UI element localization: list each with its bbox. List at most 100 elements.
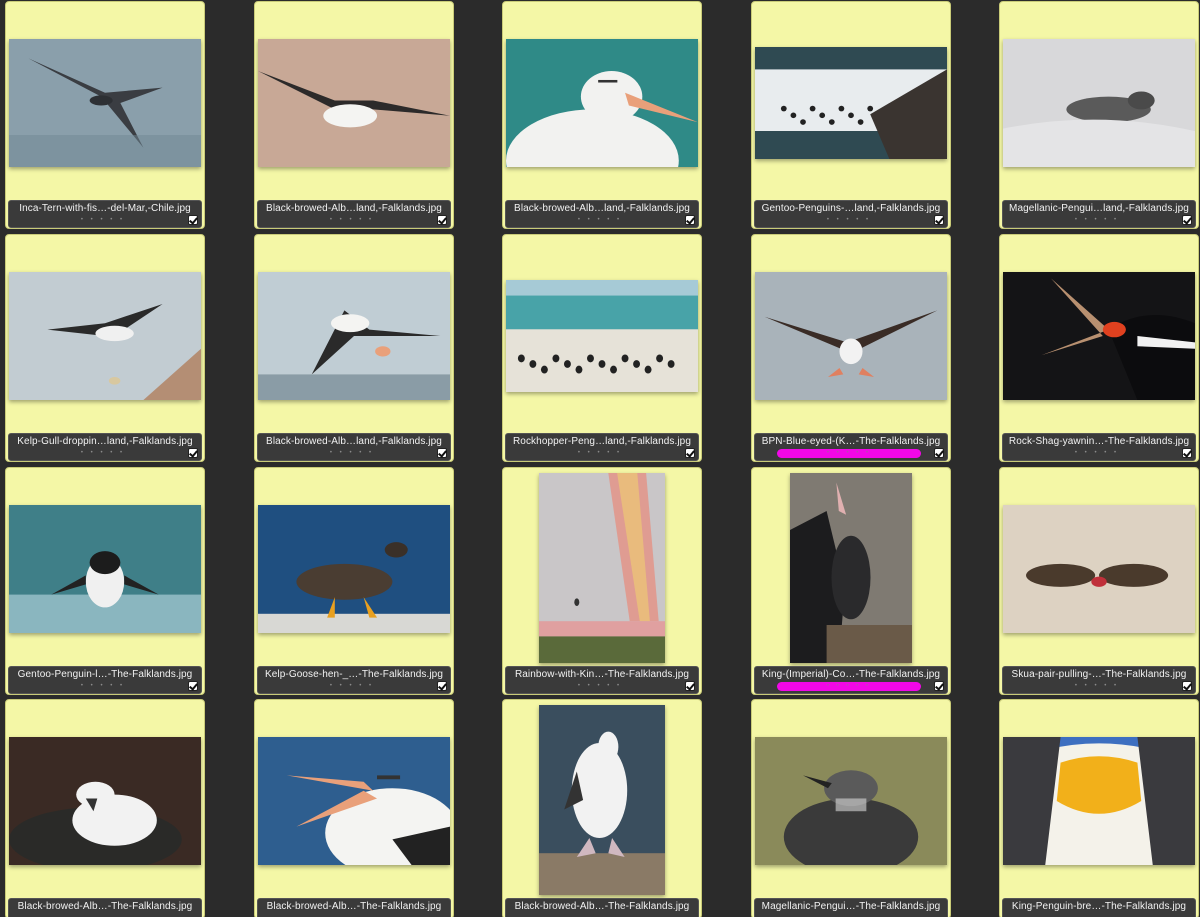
thumbnail-info-bar: Black-browed-Alb…-The-Falklands.jpg <box>8 898 202 917</box>
thumbnail-image[interactable] <box>9 505 201 633</box>
star-rating[interactable]: • • • • • <box>1025 682 1169 691</box>
thumbnail-cell[interactable]: Inca-Tern-with-fis…-del-Mar,-Chile.jpg • … <box>5 1 205 229</box>
thumbnail-image[interactable] <box>1003 737 1195 865</box>
thumbnail-info-bar: Gentoo-Penguins-…land,-Falklands.jpg • • … <box>754 200 948 228</box>
file-name: Gentoo-Penguins-…land,-Falklands.jpg <box>761 203 941 214</box>
thumbnail-cell[interactable]: Black-browed-Alb…-The-Falklands.jpg <box>502 699 702 917</box>
thumbnail-cell[interactable]: Gentoo-Penguins-…land,-Falklands.jpg • • … <box>751 1 951 229</box>
checkbox-checked-icon[interactable] <box>934 215 944 225</box>
thumbnail-image[interactable] <box>258 505 450 633</box>
file-name: Black-browed-Alb…land,-Falklands.jpg <box>266 203 442 214</box>
thumbnail-image[interactable] <box>790 473 912 663</box>
file-name: Gentoo-Penguin-l…-The-Falklands.jpg <box>17 669 193 680</box>
file-name: BPN-Blue-eyed-(K…-The-Falklands.jpg <box>761 436 941 447</box>
thumbnail-image[interactable] <box>755 47 947 159</box>
thumbnail-image[interactable] <box>258 39 450 167</box>
thumbnail-cell[interactable]: King-(Imperial)-Co…-The-Falklands.jpg • •… <box>751 467 951 695</box>
star-rating[interactable]: • • • • • <box>528 682 672 691</box>
checkbox-checked-icon[interactable] <box>437 681 447 691</box>
file-name: Rock-Shag-yawnin…-The-Falklands.jpg <box>1008 436 1190 447</box>
thumbnail-cell[interactable]: Rainbow-with-Kin…-The-Falklands.jpg • • •… <box>502 467 702 695</box>
file-name: Magellanic-Pengui…land,-Falklands.jpg <box>1009 203 1189 214</box>
thumbnail-cell[interactable]: Kelp-Gull-droppin…land,-Falklands.jpg • •… <box>5 234 205 462</box>
checkbox-checked-icon[interactable] <box>1182 215 1192 225</box>
checkbox-checked-icon[interactable] <box>685 448 695 458</box>
thumbnail-image[interactable] <box>9 39 201 167</box>
file-name: Kelp-Gull-droppin…land,-Falklands.jpg <box>17 436 193 447</box>
thumbnail-image[interactable] <box>9 272 201 400</box>
file-name: Black-browed-Alb…land,-Falklands.jpg <box>514 203 690 214</box>
file-name: Black-browed-Alb…-The-Falklands.jpg <box>17 901 193 912</box>
star-rating[interactable]: • • • • • <box>1025 449 1169 458</box>
thumbnail-info-bar: Inca-Tern-with-fis…-del-Mar,-Chile.jpg • … <box>8 200 202 228</box>
thumbnail-cell[interactable]: King-Penguin-bre…-The-Falklands.jpg <box>999 699 1199 917</box>
file-name: Kelp-Goose-hen-_…-The-Falklands.jpg <box>264 669 444 680</box>
thumbnail-cell[interactable]: Kelp-Goose-hen-_…-The-Falklands.jpg • • •… <box>254 467 454 695</box>
thumbnail-cell[interactable]: Rockhopper-Peng…land,-Falklands.jpg • • •… <box>502 234 702 462</box>
star-rating[interactable]: • • • • • <box>31 682 175 691</box>
checkbox-checked-icon[interactable] <box>685 681 695 691</box>
file-name: Inca-Tern-with-fis…-del-Mar,-Chile.jpg <box>19 203 191 214</box>
file-name: Rainbow-with-Kin…-The-Falklands.jpg <box>514 669 690 680</box>
thumbnail-info-bar: King-Penguin-bre…-The-Falklands.jpg <box>1002 898 1196 917</box>
thumbnail-info-bar: Kelp-Gull-droppin…land,-Falklands.jpg • •… <box>8 433 202 461</box>
thumbnail-image[interactable] <box>539 473 665 663</box>
file-name: Black-browed-Alb…-The-Falklands.jpg <box>514 901 690 912</box>
thumbnail-image[interactable] <box>9 737 201 872</box>
thumbnail-cell[interactable]: Gentoo-Penguin-l…-The-Falklands.jpg • • •… <box>5 467 205 695</box>
checkbox-checked-icon[interactable] <box>1182 681 1192 691</box>
thumbnail-cell[interactable]: BPN-Blue-eyed-(K…-The-Falklands.jpg • • •… <box>751 234 951 462</box>
star-rating[interactable]: • • • • • <box>280 216 424 225</box>
thumbnail-cell[interactable]: Magellanic-Pengui…land,-Falklands.jpg • •… <box>999 1 1199 229</box>
thumbnail-grid: Inca-Tern-with-fis…-del-Mar,-Chile.jpg • … <box>0 0 1200 917</box>
checkbox-checked-icon[interactable] <box>685 215 695 225</box>
file-name: King-Penguin-bre…-The-Falklands.jpg <box>1011 901 1187 912</box>
thumbnail-info-bar: Black-browed-Alb…-The-Falklands.jpg <box>257 898 451 917</box>
thumbnail-cell[interactable]: Rock-Shag-yawnin…-The-Falklands.jpg • • •… <box>999 234 1199 462</box>
checkbox-checked-icon[interactable] <box>188 448 198 458</box>
star-rating[interactable]: • • • • • <box>528 449 672 458</box>
file-name: King-(Imperial)-Co…-The-Falklands.jpg <box>761 669 941 680</box>
thumbnail-info-bar: Skua-pair-pulling-…-The-Falklands.jpg • •… <box>1002 666 1196 694</box>
thumbnail-image[interactable] <box>258 737 453 878</box>
thumbnail-image[interactable] <box>1003 39 1195 167</box>
thumbnail-image[interactable] <box>1003 272 1195 400</box>
file-name: Rockhopper-Peng…land,-Falklands.jpg <box>512 436 692 447</box>
checkbox-checked-icon[interactable] <box>934 448 944 458</box>
checkbox-checked-icon[interactable] <box>1182 448 1192 458</box>
checkbox-checked-icon[interactable] <box>437 215 447 225</box>
star-rating[interactable]: • • • • • <box>1025 216 1169 225</box>
thumbnail-cell[interactable]: Black-browed-Alb…-The-Falklands.jpg <box>5 699 205 917</box>
thumbnail-cell[interactable]: Black-browed-Alb…land,-Falklands.jpg • • … <box>502 1 702 229</box>
checkbox-checked-icon[interactable] <box>934 681 944 691</box>
thumbnail-cell[interactable]: Magellanic-Pengui…-The-Falklands.jpg <box>751 699 951 917</box>
thumbnail-image[interactable] <box>539 705 665 895</box>
thumbnail-image[interactable] <box>506 280 698 392</box>
thumbnail-info-bar: Kelp-Goose-hen-_…-The-Falklands.jpg • • •… <box>257 666 451 694</box>
star-rating[interactable]: • • • • • <box>31 449 175 458</box>
star-rating[interactable]: • • • • • <box>528 216 672 225</box>
thumbnail-cell[interactable]: Black-browed-Alb…land,-Falklands.jpg • • … <box>254 234 454 462</box>
star-rating[interactable]: • • • • • <box>280 682 424 691</box>
star-rating[interactable]: • • • • • <box>280 449 424 458</box>
thumbnail-image[interactable] <box>755 737 947 876</box>
star-rating[interactable]: • • • • • <box>777 216 921 225</box>
thumbnail-image[interactable] <box>755 272 947 400</box>
file-name: Black-browed-Alb…land,-Falklands.jpg <box>266 436 442 447</box>
thumbnail-cell[interactable]: Black-browed-Alb…land,-Falklands.jpg • • … <box>254 1 454 229</box>
thumbnail-cell[interactable]: Black-browed-Alb…-The-Falklands.jpg <box>254 699 454 917</box>
thumbnail-info-bar: Magellanic-Pengui…-The-Falklands.jpg <box>754 898 948 917</box>
thumbnail-image[interactable] <box>506 39 698 212</box>
thumbnail-info-bar: Black-browed-Alb…land,-Falklands.jpg • • … <box>505 200 699 228</box>
thumbnail-info-bar: Rockhopper-Peng…land,-Falklands.jpg • • •… <box>505 433 699 461</box>
thumbnail-image[interactable] <box>1003 505 1195 633</box>
checkbox-checked-icon[interactable] <box>188 215 198 225</box>
thumbnail-image[interactable] <box>258 272 450 400</box>
star-rating[interactable]: • • • • • <box>777 682 921 691</box>
star-rating[interactable]: • • • • • <box>777 449 921 458</box>
star-rating[interactable]: • • • • • <box>31 216 175 225</box>
thumbnail-cell[interactable]: Skua-pair-pulling-…-The-Falklands.jpg • •… <box>999 467 1199 695</box>
checkbox-checked-icon[interactable] <box>437 448 447 458</box>
checkbox-checked-icon[interactable] <box>188 681 198 691</box>
thumbnail-info-bar: Magellanic-Pengui…land,-Falklands.jpg • •… <box>1002 200 1196 228</box>
